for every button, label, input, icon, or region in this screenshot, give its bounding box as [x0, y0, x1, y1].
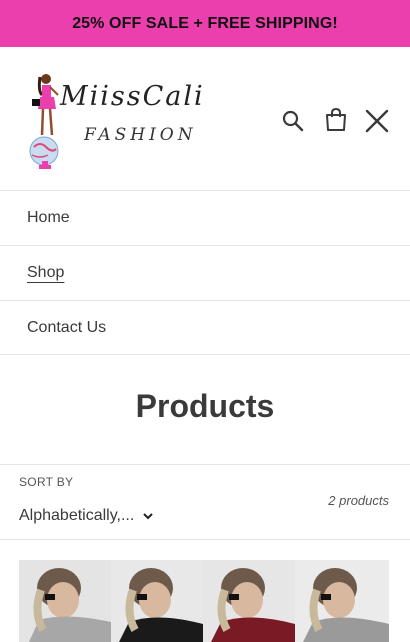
sort-select[interactable]: Alphabetically,... — [19, 505, 164, 527]
product-photo-image — [19, 560, 389, 642]
announcement-bar[interactable]: 25% OFF SALE + FREE SHIPPING! — [0, 0, 410, 47]
sort-by-label: SORT BY — [19, 475, 74, 489]
cart-icon — [326, 107, 346, 131]
search-icon — [282, 110, 304, 132]
logo-sub-text: FASHION — [84, 125, 197, 145]
nav-item-label: Home — [27, 209, 70, 226]
nav-item-label: Shop — [27, 264, 65, 281]
search-button[interactable] — [281, 109, 305, 133]
page-title: Products — [135, 388, 275, 424]
collection-filters: SORT BY Alphabetically,... 2 products — [0, 464, 410, 540]
sort-value: Alphabetically,... — [19, 507, 135, 524]
logo[interactable]: MiissCali FASHION — [26, 69, 216, 175]
cart-button[interactable] — [324, 107, 348, 133]
logo-script-text: MiissCali — [60, 81, 205, 112]
nav-item-home[interactable]: Home — [0, 191, 410, 246]
mobile-nav: Home Shop Contact Us — [0, 191, 410, 355]
close-icon — [365, 109, 389, 133]
product-count: 2 products — [328, 493, 389, 508]
nav-item-contact-us[interactable]: Contact Us — [0, 301, 410, 355]
product-image[interactable] — [19, 560, 389, 642]
close-menu-button[interactable] — [363, 107, 391, 135]
announcement-text: 25% OFF SALE + FREE SHIPPING! — [72, 14, 338, 32]
nav-item-label: Contact Us — [27, 318, 107, 336]
chevron-down-icon — [143, 513, 154, 520]
nav-item-shop[interactable]: Shop — [0, 246, 410, 301]
site-header: MiissCali FASHION — [0, 47, 410, 191]
